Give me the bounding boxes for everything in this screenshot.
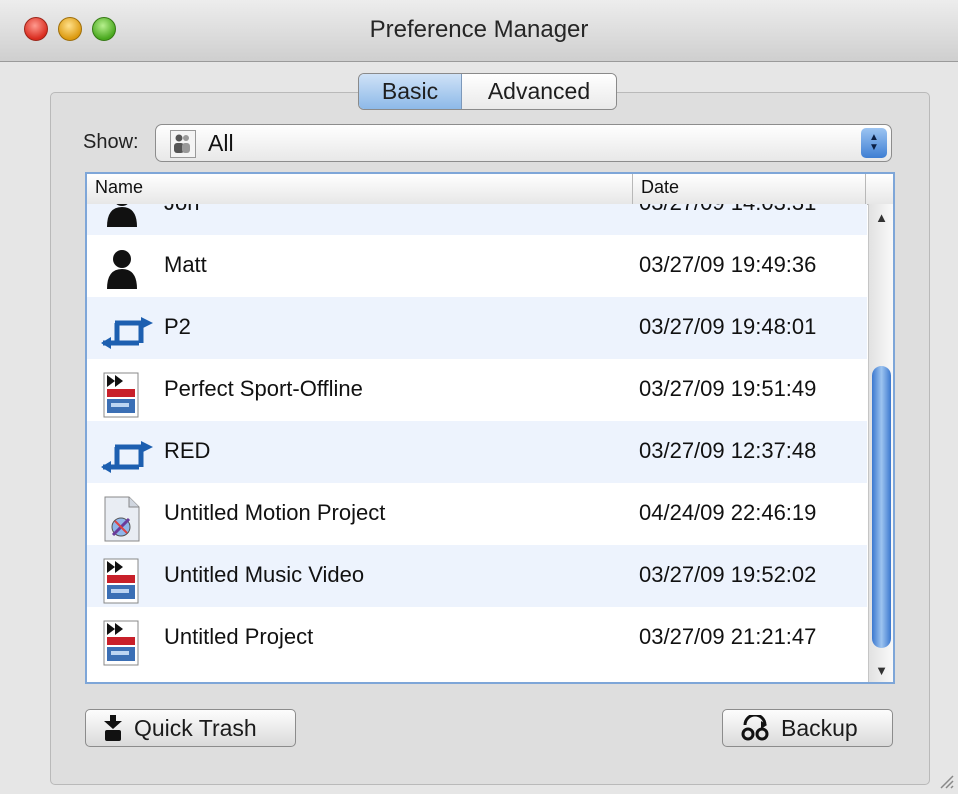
transfer-icon [101, 433, 153, 477]
users-group-icon [170, 130, 196, 158]
row-date: 03/27/09 19:52:02 [639, 562, 817, 587]
row-date: 03/27/09 19:49:36 [639, 252, 817, 277]
resize-grip-icon[interactable] [936, 771, 954, 789]
row-name: Untitled Project [164, 624, 314, 649]
table-row[interactable]: Untitled Project 03/27/09 21:21:47 [87, 607, 867, 669]
column-header-date[interactable]: Date [641, 177, 679, 198]
row-date: 03/27/09 14:03:31 [639, 204, 816, 216]
table-row[interactable]: P2 03/27/09 19:48:01 [87, 297, 867, 359]
table-row[interactable]: Jon 03/27/09 14:03:31 [87, 204, 867, 235]
table-row[interactable]: Untitled Music Video 03/27/09 19:52:02 [87, 545, 867, 607]
column-divider [865, 174, 866, 204]
show-filter-label: Show: [83, 131, 139, 153]
row-name: Jon [164, 204, 199, 216]
tab-basic[interactable]: Basic [359, 74, 462, 109]
column-header-name[interactable]: Name [95, 177, 143, 198]
backup-button[interactable]: Backup [722, 709, 893, 747]
table-row[interactable]: Matt 03/27/09 19:49:36 [87, 235, 867, 297]
vertical-scrollbar[interactable]: ▲ ▼ [868, 204, 893, 682]
row-name: P2 [164, 314, 191, 339]
backup-icon [739, 715, 771, 741]
row-date: 03/27/09 12:37:48 [639, 438, 817, 463]
project-file-icon [101, 557, 143, 604]
view-segmented-control: Basic Advanced [358, 73, 617, 110]
row-name: RED [164, 438, 211, 463]
table-row[interactable]: Perfect Sport-Offline 03/27/09 19:51:49 [87, 359, 867, 421]
row-date: 03/27/09 19:48:01 [639, 314, 817, 339]
project-file-icon [101, 371, 143, 418]
row-name: Matt [164, 252, 207, 277]
table-row[interactable]: Untitled Motion Project 04/24/09 22:46:1… [87, 483, 867, 545]
tab-advanced[interactable]: Advanced [462, 74, 616, 109]
row-date: 04/24/09 22:46:19 [639, 500, 817, 525]
scroll-thumb[interactable] [872, 366, 891, 648]
table-header: Name Date [87, 174, 893, 205]
show-filter-value: All [208, 130, 234, 156]
preferences-table: Name Date Jon 03/27/09 14:03:31 Matt 03/… [85, 172, 895, 684]
scroll-up-arrow-icon[interactable]: ▲ [869, 210, 893, 225]
show-filter-popup[interactable]: All ▲ ▼ [155, 124, 892, 162]
table-row[interactable]: RED 03/27/09 12:37:48 [87, 421, 867, 483]
transfer-icon [101, 309, 153, 353]
backup-label: Backup [781, 714, 858, 741]
title-bar: Preference Manager [0, 0, 958, 62]
quick-trash-label: Quick Trash [134, 714, 257, 741]
table-rows: Jon 03/27/09 14:03:31 Matt 03/27/09 19:4… [87, 204, 867, 682]
motion-project-icon [101, 495, 143, 542]
user-icon [101, 247, 143, 291]
scroll-down-arrow-icon[interactable]: ▼ [869, 663, 893, 678]
window-title: Preference Manager [369, 16, 589, 43]
project-file-icon [101, 619, 143, 666]
row-date: 03/27/09 21:21:47 [639, 624, 817, 649]
popup-arrows-icon: ▲ ▼ [861, 128, 887, 158]
column-divider[interactable] [632, 174, 633, 204]
row-name: Untitled Motion Project [164, 500, 386, 525]
user-icon [101, 204, 143, 229]
row-date: 03/27/09 19:51:49 [639, 376, 817, 401]
row-name: Perfect Sport-Offline [164, 376, 363, 401]
trash-can-icon [102, 715, 124, 741]
row-name: Untitled Music Video [164, 562, 365, 587]
quick-trash-button[interactable]: Quick Trash [85, 709, 296, 747]
